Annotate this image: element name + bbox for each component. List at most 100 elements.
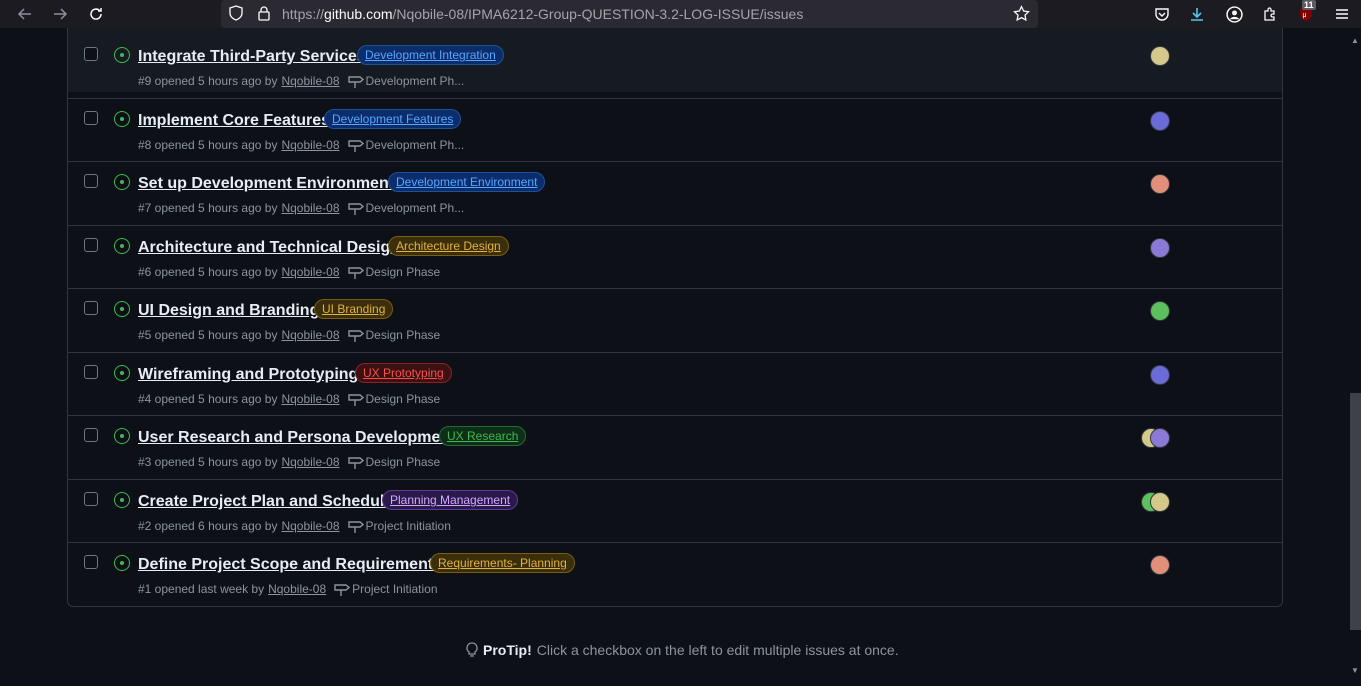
- milestone-icon: [334, 584, 351, 596]
- issue-meta: #9 opened 5 hours ago by Nqobile-08 Deve…: [138, 74, 464, 88]
- tracking-protection-icon[interactable]: [228, 5, 244, 26]
- issue-label[interactable]: Planning Management: [382, 490, 519, 510]
- issue-row[interactable]: Define Project Scope and Requirements Re…: [68, 542, 1282, 606]
- scroll-up-arrow-icon[interactable]: ▲: [1350, 36, 1360, 46]
- issue-label[interactable]: UX Prototyping: [355, 363, 452, 383]
- downloads-icon[interactable]: [1187, 4, 1207, 24]
- issue-open-icon: [114, 47, 130, 63]
- account-icon[interactable]: [1224, 4, 1244, 24]
- issue-label[interactable]: Requirements- Planning: [430, 553, 575, 573]
- issue-title-link[interactable]: Define Project Scope and Requirements: [138, 556, 442, 574]
- issue-meta: #7 opened 5 hours ago by Nqobile-08 Deve…: [138, 201, 464, 215]
- issue-row[interactable]: UI Design and Branding UI Branding #5 op…: [68, 288, 1282, 352]
- scrollbar-thumb[interactable]: [1350, 393, 1361, 630]
- issue-row[interactable]: Architecture and Technical Design Archit…: [68, 225, 1282, 289]
- issue-milestone[interactable]: Design Phase: [366, 455, 441, 469]
- assignee-avatar[interactable]: [1150, 365, 1170, 385]
- issue-row[interactable]: Integrate Third-Party Services Developme…: [68, 28, 1282, 92]
- issue-author-link[interactable]: Nqobile-08: [281, 455, 339, 469]
- issue-milestone[interactable]: Development Ph...: [366, 138, 465, 152]
- issue-label[interactable]: Development Environment: [388, 172, 546, 192]
- issue-title-link[interactable]: Architecture and Technical Design: [138, 239, 400, 257]
- assignee-avatar[interactable]: [1150, 301, 1170, 321]
- issue-label[interactable]: Development Features: [324, 109, 462, 129]
- milestone-icon: [347, 203, 364, 215]
- issue-title-link[interactable]: Implement Core Features: [138, 112, 330, 130]
- issue-milestone[interactable]: Project Initiation: [352, 582, 437, 596]
- issue-checkbox[interactable]: [84, 555, 98, 569]
- assignee-avatar[interactable]: [1150, 555, 1170, 575]
- issue-meta-text: #4 opened 5 hours ago by: [138, 392, 278, 406]
- issue-checkbox[interactable]: [84, 47, 98, 61]
- forward-button[interactable]: [48, 2, 72, 26]
- issue-open-icon: [114, 238, 130, 254]
- bookmark-star-icon[interactable]: [1013, 5, 1030, 27]
- issue-title-link[interactable]: Wireframing and Prototyping: [138, 366, 358, 384]
- issue-author-link[interactable]: Nqobile-08: [281, 138, 339, 152]
- protip-heading: ProTip!: [483, 642, 532, 658]
- milestone-icon: [347, 457, 364, 469]
- issue-row[interactable]: Set up Development Environment Developme…: [68, 161, 1282, 225]
- issue-author-link[interactable]: Nqobile-08: [281, 201, 339, 215]
- assignee-avatar[interactable]: [1150, 46, 1170, 66]
- issue-author-link[interactable]: Nqobile-08: [281, 519, 339, 533]
- issue-checkbox[interactable]: [84, 238, 98, 252]
- issue-checkbox[interactable]: [84, 111, 98, 125]
- issue-milestone[interactable]: Design Phase: [366, 392, 441, 406]
- protip-text: Click a checkbox on the left to edit mul…: [536, 642, 899, 658]
- issue-checkbox[interactable]: [84, 365, 98, 379]
- assignee-avatar[interactable]: [1150, 238, 1170, 258]
- issue-author-link[interactable]: Nqobile-08: [281, 74, 339, 88]
- issue-milestone[interactable]: Development Ph...: [366, 74, 465, 88]
- pocket-icon[interactable]: [1152, 4, 1172, 24]
- issue-checkbox[interactable]: [84, 428, 98, 442]
- assignee-avatar[interactable]: [1150, 174, 1170, 194]
- issue-label[interactable]: Development Integration: [357, 45, 504, 65]
- issue-checkbox[interactable]: [84, 174, 98, 188]
- reload-button[interactable]: [84, 2, 108, 26]
- address-bar[interactable]: https://github.com/Nqobile-08/IPMA6212-G…: [221, 0, 1038, 28]
- issue-title-link[interactable]: UI Design and Branding: [138, 302, 319, 320]
- url-text[interactable]: https://github.com/Nqobile-08/IPMA6212-G…: [282, 6, 803, 22]
- issue-row[interactable]: Create Project Plan and Schedule Plannin…: [68, 479, 1282, 543]
- issue-open-icon: [114, 174, 130, 190]
- issue-title-link[interactable]: Integrate Third-Party Services: [138, 48, 366, 66]
- issue-author-link[interactable]: Nqobile-08: [281, 328, 339, 342]
- issue-author-link[interactable]: Nqobile-08: [268, 582, 326, 596]
- issue-row[interactable]: Wireframing and Prototyping UX Prototypi…: [68, 352, 1282, 416]
- issue-author-link[interactable]: Nqobile-08: [281, 265, 339, 279]
- issue-row[interactable]: Implement Core Features Development Feat…: [68, 98, 1282, 162]
- issue-author-link[interactable]: Nqobile-08: [281, 392, 339, 406]
- issue-milestone[interactable]: Project Initiation: [366, 519, 451, 533]
- issue-meta-text: #2 opened 6 hours ago by: [138, 519, 278, 533]
- issue-meta-text: #1 opened last week by: [138, 582, 265, 596]
- issue-row[interactable]: User Research and Persona Development UX…: [68, 415, 1282, 479]
- assignee-avatar[interactable]: [1150, 492, 1170, 512]
- url-prefix: https://: [282, 6, 325, 22]
- issue-milestone[interactable]: Design Phase: [366, 328, 441, 342]
- issue-checkbox[interactable]: [84, 492, 98, 506]
- issue-label[interactable]: UI Branding: [314, 299, 394, 319]
- browser-toolbar: https://github.com/Nqobile-08/IPMA6212-G…: [0, 0, 1361, 28]
- issue-milestone[interactable]: Development Ph...: [366, 201, 465, 215]
- issue-meta-text: #7 opened 5 hours ago by: [138, 201, 278, 215]
- issue-label[interactable]: Architecture Design: [388, 236, 509, 256]
- issue-open-icon: [114, 111, 130, 127]
- issue-title-link[interactable]: Create Project Plan and Schedule: [138, 493, 393, 511]
- issue-checkbox[interactable]: [84, 301, 98, 315]
- issue-meta: #4 opened 5 hours ago by Nqobile-08 Desi…: [138, 392, 440, 406]
- issue-title-link[interactable]: Set up Development Environment: [138, 175, 394, 193]
- issue-label[interactable]: UX Research: [439, 426, 527, 446]
- issue-open-icon: [114, 365, 130, 381]
- url-host: github.com: [324, 6, 393, 22]
- lock-icon[interactable]: [256, 5, 272, 26]
- issue-title-link[interactable]: User Research and Persona Development: [138, 429, 455, 447]
- hamburger-menu-icon[interactable]: [1332, 4, 1352, 24]
- assignee-avatar[interactable]: [1150, 111, 1170, 131]
- extensions-puzzle-icon[interactable]: [1260, 4, 1280, 24]
- back-button[interactable]: [13, 2, 37, 26]
- assignee-avatar[interactable]: [1150, 428, 1170, 448]
- issue-milestone[interactable]: Design Phase: [366, 265, 441, 279]
- milestone-icon: [347, 330, 364, 342]
- scroll-down-arrow-icon[interactable]: ▼: [1350, 666, 1360, 676]
